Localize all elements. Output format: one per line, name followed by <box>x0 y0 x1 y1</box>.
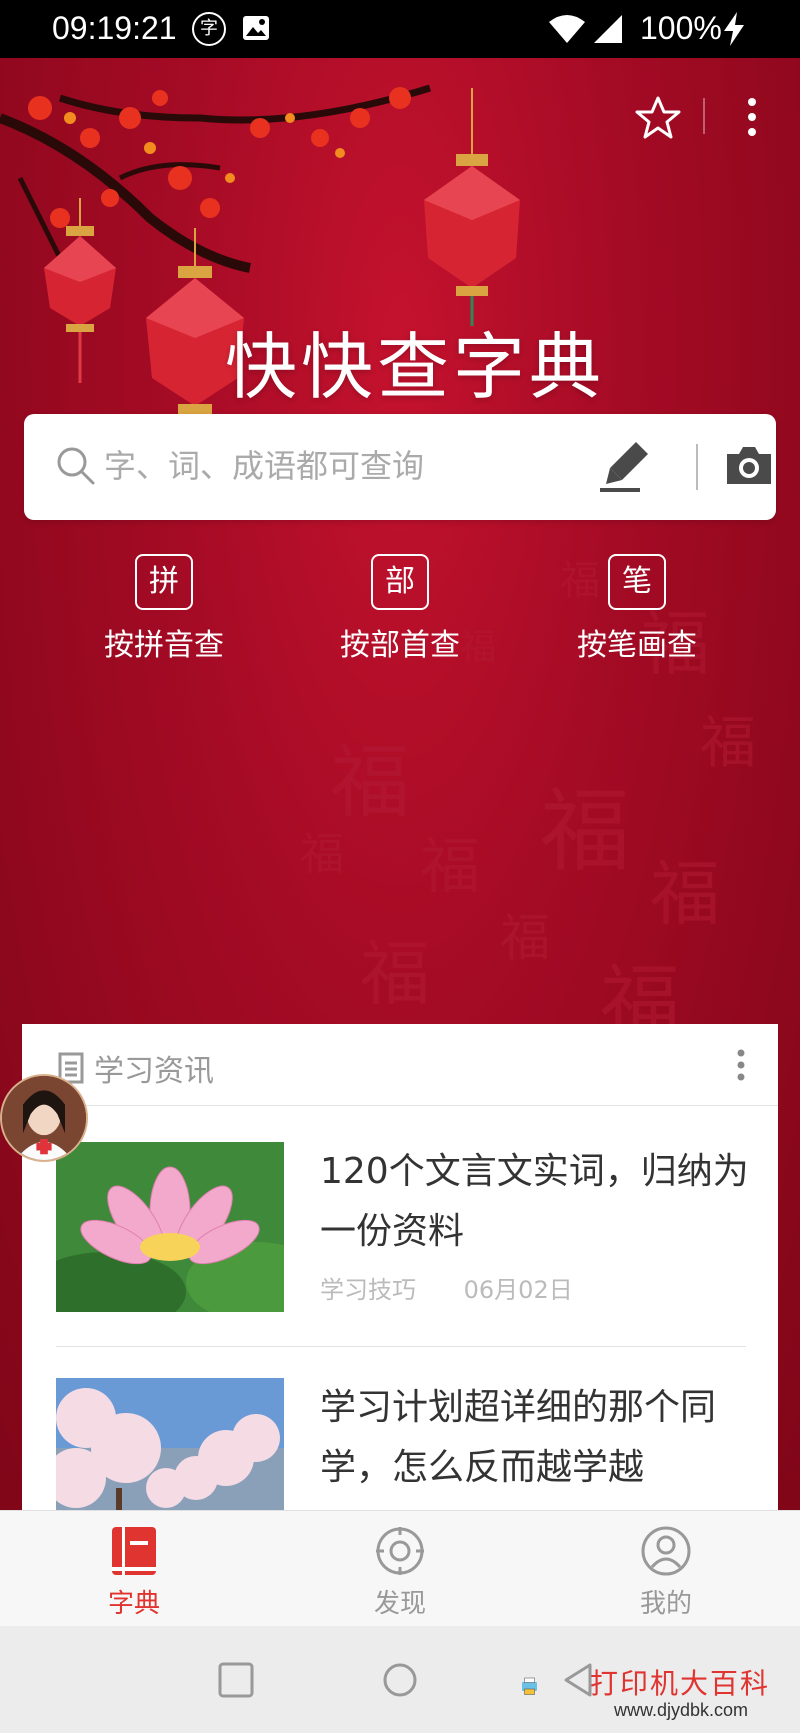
news-date: 06月02日 <box>463 1276 573 1304</box>
news-section-title: 学习资讯 <box>94 1054 214 1089</box>
charging-icon <box>724 12 744 46</box>
lotus-flower-image <box>56 1142 284 1312</box>
fu-decoration: 福 <box>360 933 430 1015</box>
lookup-by-pinyin[interactable]: 拼 按拼音查 <box>84 554 244 664</box>
printer-logo-watermark <box>522 1677 537 1695</box>
image-icon <box>243 16 269 40</box>
fu-decoration: 福 <box>650 853 720 935</box>
news-item[interactable]: 120个文言文实词，归纳为一份资料 学习技巧 06月02日 <box>56 1142 749 1322</box>
recent-apps-icon[interactable] <box>218 1662 254 1698</box>
book-icon <box>112 1527 156 1575</box>
battery-text: 100% <box>640 10 722 46</box>
fu-decoration: 福 <box>330 736 410 829</box>
nav-discover[interactable]: 发现 <box>340 1525 460 1620</box>
news-item[interactable]: 学习计划超详细的那个同学，怎么反而越学越 <box>56 1378 746 1510</box>
app-title: 快快查字典 <box>224 325 605 409</box>
fu-decoration: 福 <box>540 779 630 884</box>
news-meta: 学习技巧 06月02日 <box>320 1270 613 1305</box>
bottom-nav: 字典 发现 我的 <box>0 1510 800 1626</box>
radical-badge: 部 <box>371 554 429 610</box>
more-vert-icon[interactable] <box>734 1048 748 1082</box>
lookup-label: 按笔画查 <box>577 628 697 663</box>
search-input[interactable] <box>104 438 584 494</box>
news-divider <box>56 1346 746 1347</box>
search-divider <box>696 444 698 490</box>
status-time: 09:19:21 <box>52 10 177 46</box>
compass-icon <box>376 1527 424 1575</box>
watermark-url: www.djydbk.com <box>614 1700 749 1720</box>
stroke-badge: 笔 <box>608 554 666 610</box>
nav-label: 发现 <box>373 1589 426 1619</box>
fu-decoration: 福 <box>420 832 480 902</box>
lookup-by-radical[interactable]: 部 按部首查 <box>320 554 480 664</box>
user-icon <box>641 1526 691 1576</box>
floating-avatar[interactable] <box>0 1074 88 1162</box>
signal-icon <box>594 15 622 43</box>
nav-profile[interactable]: 我的 <box>606 1525 726 1620</box>
search-bar[interactable] <box>24 414 776 520</box>
fu-decoration: 福 <box>300 829 344 880</box>
wifi-icon <box>549 15 585 43</box>
lantern-decoration <box>424 88 520 326</box>
search-icon <box>57 447 95 485</box>
camera-icon[interactable] <box>724 442 774 488</box>
header-divider <box>703 98 705 134</box>
lookup-by-stroke[interactable]: 笔 按笔画查 <box>557 554 717 664</box>
favorite-star-icon[interactable] <box>634 94 682 142</box>
lookup-label: 按部首查 <box>340 628 460 663</box>
dictionary-app-icon: 字 <box>192 12 226 46</box>
cherry-blossom-image <box>56 1378 284 1510</box>
nav-label: 我的 <box>639 1589 692 1619</box>
lookup-label: 按拼音查 <box>104 628 224 663</box>
handwriting-icon[interactable] <box>598 438 654 494</box>
news-headline: 120个文言文实词，归纳为一份资料 <box>320 1151 749 1252</box>
home-icon[interactable] <box>382 1662 418 1698</box>
watermark-text: 打印机大百科 <box>590 1667 771 1700</box>
nav-label: 字典 <box>107 1589 160 1619</box>
news-headline: 学习计划超详细的那个同学，怎么反而越学越 <box>320 1387 717 1488</box>
news-header: 学习资讯 <box>22 1024 778 1106</box>
fu-decoration: 福 <box>500 909 550 967</box>
more-vert-icon[interactable] <box>742 96 762 138</box>
pinyin-badge: 拼 <box>135 554 193 610</box>
news-category: 学习技巧 <box>320 1276 416 1304</box>
news-card: 学习资讯 120个文言文实词，归纳为一份资料 学习技巧 06月02日 学习计划超… <box>22 1024 778 1510</box>
nav-dictionary[interactable]: 字典 <box>74 1525 194 1620</box>
status-bar: 09:19:21 字 100% <box>0 0 800 58</box>
fu-decoration: 福 <box>700 711 756 776</box>
